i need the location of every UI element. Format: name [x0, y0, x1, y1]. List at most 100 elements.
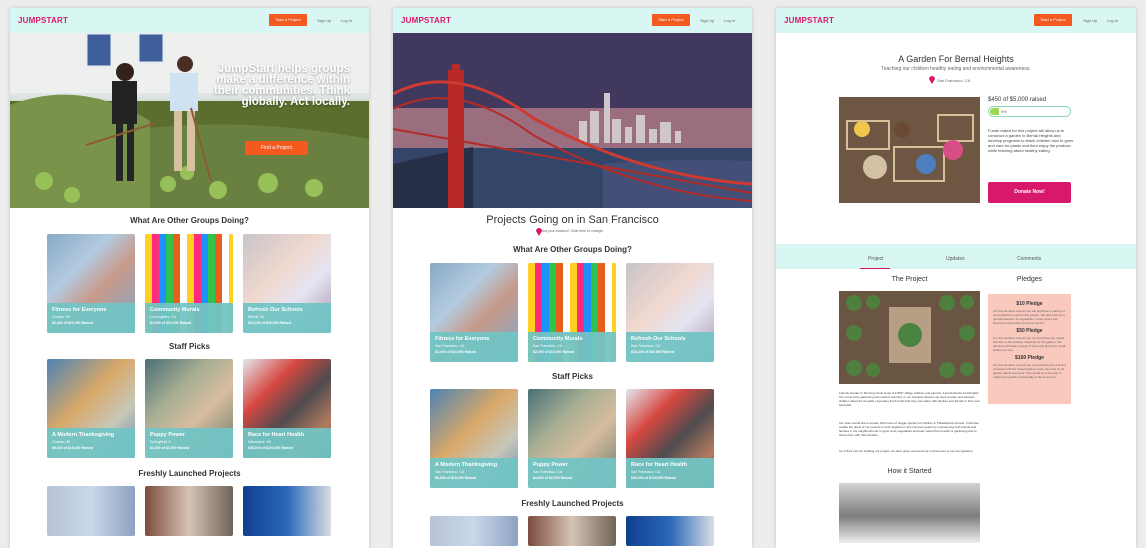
card-location: Omaha, NE — [52, 315, 71, 319]
card-title: Community Murals — [150, 307, 200, 313]
card-funding: $35,000 of $100,000 Raised — [248, 446, 293, 450]
logo[interactable]: JUMPSTART — [18, 16, 68, 25]
project-card[interactable]: A Modern Thanksgiving San Francisco, CA … — [430, 389, 518, 488]
logo[interactable]: JUMPSTART — [401, 16, 451, 25]
card-overlay: Community Murals Los Angeles, CA $2,000 … — [145, 303, 233, 333]
card-location: San Francisco, CA — [435, 344, 465, 348]
pledge-description: For this donation amount we can purchase… — [993, 363, 1066, 379]
card-funding: $6,000 of $15,000 Raised — [435, 476, 477, 480]
card-title: Puppy Power — [150, 432, 185, 438]
project-body-paragraph-3: As of their own for building our project… — [839, 449, 974, 453]
card-location: San Francisco, CA — [631, 344, 661, 348]
signup-link[interactable]: Sign Up — [317, 18, 331, 23]
page-title: Projects Going on in San Francisco — [486, 214, 659, 226]
tab-project[interactable]: Project — [868, 256, 884, 262]
project-card[interactable]: Community Murals Los Angeles, CA $2,000 … — [145, 234, 233, 333]
login-link[interactable]: Log In — [341, 18, 352, 23]
start-project-button[interactable]: Start a Project — [1034, 14, 1072, 26]
location-change-link[interactable]: Not your location? Click here to change. — [393, 229, 752, 233]
card-title: Race for Heart Health — [248, 432, 304, 438]
project-card[interactable]: Refresh Our Schools San Francisco, CA $1… — [626, 263, 714, 362]
project-card[interactable]: Puppy Power Springfield, IL $4,000 of $2… — [145, 359, 233, 458]
card-location: San Francisco, CA — [533, 344, 563, 348]
project-body-paragraph-2: Our team would like to donate 100 boxes … — [839, 421, 979, 437]
card-title: A Modern Thanksgiving — [52, 432, 115, 438]
card-funding: $2,400 of $10,000 Raised — [52, 321, 94, 325]
pledge-title: $100 Pledge — [1015, 355, 1044, 361]
card-overlay: Race for Heart Health Milwaukee, WI $35,… — [243, 428, 331, 458]
card-funding: $2,000 of $10,000 Raised — [150, 321, 192, 325]
fresh-project-card[interactable] — [145, 486, 233, 536]
pledge-title: $50 Pledge — [1016, 328, 1043, 334]
project-card[interactable]: Community Murals San Francisco, CA $2,00… — [528, 263, 616, 362]
garden-photo-art — [839, 97, 980, 203]
tab-updates[interactable]: Updates — [946, 256, 965, 262]
fresh-project-card[interactable] — [430, 516, 518, 546]
garden-plan-image — [839, 291, 980, 384]
fresh-project-card[interactable] — [47, 486, 135, 536]
card-location: Detroit, MI — [248, 315, 265, 319]
garden-plan-art — [839, 291, 980, 384]
card-funding: $6,000 of $15,000 Raised — [52, 446, 94, 450]
project-title: A Garden For Bernal Heights — [898, 54, 1014, 64]
project-card[interactable]: Race for Heart Health San Francisco, CA … — [626, 389, 714, 488]
card-location: San Francisco, CA — [631, 470, 661, 474]
project-card[interactable]: Puppy Power San Francisco, CA $4,000 of … — [528, 389, 616, 488]
login-link[interactable]: Log In — [724, 18, 735, 23]
find-project-button[interactable]: Find a Project — [245, 141, 308, 155]
section-title-how-it-started: How it Started — [887, 468, 932, 475]
card-title: Race for Heart Health — [631, 462, 687, 468]
project-card[interactable]: Fitness for Everyone San Francisco, CA $… — [430, 263, 518, 362]
card-title: Puppy Power — [533, 462, 568, 468]
card-title: Refresh Our Schools — [248, 307, 303, 313]
card-location: San Francisco, CA — [435, 470, 465, 474]
section-title-pledges: Pledges — [1016, 276, 1043, 283]
section-title-staff-picks: Staff Picks — [169, 342, 210, 351]
card-location: San Francisco, CA — [533, 470, 563, 474]
donate-button[interactable]: Donate Now! — [988, 182, 1071, 203]
tab-comments[interactable]: Comments — [1017, 256, 1041, 262]
section-title-project: The Project — [891, 276, 928, 283]
how-it-started-image — [839, 483, 980, 543]
fresh-project-card[interactable] — [626, 516, 714, 546]
card-overlay: Fitness for Everyone San Francisco, CA $… — [430, 332, 518, 362]
pledge-title: $10 Pledge — [1016, 301, 1043, 307]
funding-progress-fill — [990, 108, 999, 115]
signup-link[interactable]: Sign Up — [700, 18, 714, 23]
card-overlay: Puppy Power Springfield, IL $4,000 of $2… — [145, 428, 233, 458]
pledges-panel: $10 Pledge For this donation amount we w… — [988, 294, 1071, 404]
card-funding: $4,000 of $2,000 Raised — [533, 476, 573, 480]
card-title: Fitness for Everyone — [52, 307, 107, 313]
project-card[interactable]: Refresh Our Schools Detroit, MI $15,245 … — [243, 234, 331, 333]
card-funding: $2,000 of $10,000 Raised — [533, 350, 575, 354]
nav-bar: JUMPSTART Start a Project Sign Up Log In — [776, 8, 1136, 33]
card-title: Community Murals — [533, 336, 583, 342]
project-card[interactable]: Race for Heart Health Milwaukee, WI $35,… — [243, 359, 331, 458]
project-tagline: Teaching our children healthy eating and… — [881, 66, 1031, 72]
project-card[interactable]: Fitness for Everyone Omaha, NE $2,400 of… — [47, 234, 135, 333]
hero-illustration — [10, 33, 369, 208]
card-overlay: Race for Heart Health San Francisco, CA … — [626, 458, 714, 488]
fresh-project-card[interactable] — [243, 486, 331, 536]
hero-image — [393, 33, 752, 208]
project-card[interactable]: A Modern Thanksgiving Omaha, NE $6,000 o… — [47, 359, 135, 458]
hero-tagline: JumpStart helps groups make a difference… — [213, 63, 350, 108]
login-link[interactable]: Log In — [1107, 18, 1118, 23]
card-funding: $4,000 of $2,000 Raised — [150, 446, 190, 450]
card-funding: $2,400 of $10,000 Raised — [435, 350, 477, 354]
section-title-fresh: Freshly Launched Projects — [138, 469, 241, 478]
location-pin-icon — [929, 76, 935, 84]
active-tab-indicator — [860, 268, 890, 269]
start-project-button[interactable]: Start a Project — [652, 14, 690, 26]
card-location: Milwaukee, WI — [248, 440, 271, 444]
section-title-groups: What Are Other Groups Doing? — [130, 216, 249, 225]
raised-amount: $450 of $5,000 raised — [988, 97, 1047, 103]
san-francisco-illustration — [393, 33, 752, 208]
start-project-button[interactable]: Start a Project — [269, 14, 307, 26]
signup-link[interactable]: Sign Up — [1083, 18, 1097, 23]
logo[interactable]: JUMPSTART — [784, 16, 834, 25]
fresh-project-card[interactable] — [528, 516, 616, 546]
card-location: Omaha, NE — [52, 440, 71, 444]
card-location: Springfield, IL — [150, 440, 172, 444]
nav-bar: JUMPSTART Start a Project Sign Up Log In — [10, 8, 369, 33]
